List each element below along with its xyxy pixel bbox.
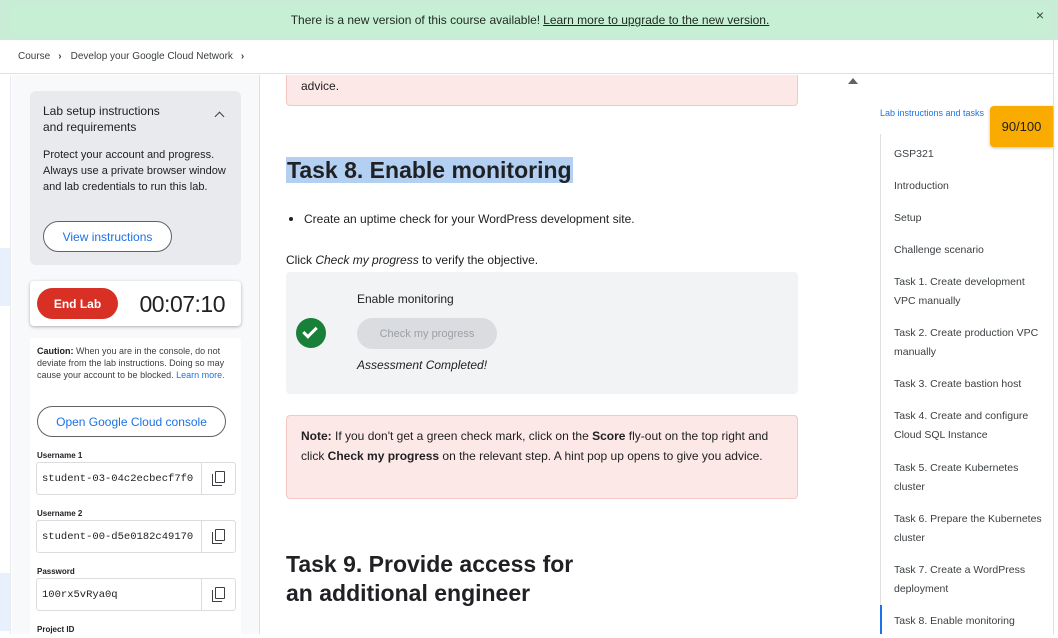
caution-label: Caution: <box>37 346 74 356</box>
task9-title-line1: Task 9. Provide access for <box>286 551 574 577</box>
verify-emphasis: Check my progress <box>315 253 419 267</box>
lab-content: advice. Task 8. Enable monitoring Create… <box>261 75 850 634</box>
end-lab-button[interactable]: End Lab <box>37 288 118 319</box>
left-collapsed-panel <box>0 75 11 634</box>
username1-value[interactable]: student-03-04c2ecbecf7f0 <box>42 473 194 485</box>
content-scrollbar[interactable] <box>850 90 856 634</box>
credentials-panel: Caution: When you are in the console, do… <box>30 338 241 638</box>
toc-item-task7[interactable]: Task 7. Create a WordPress deployment <box>894 561 1042 599</box>
toc-item-task5[interactable]: Task 5. Create Kubernetes cluster <box>894 459 1042 497</box>
scroll-up-arrow-icon[interactable] <box>848 78 858 84</box>
left-panel-highlight <box>0 573 10 631</box>
task9-heading: Task 9. Provide access for an additional… <box>286 550 573 608</box>
toc-divider <box>880 134 881 605</box>
password-label: Password <box>37 567 75 576</box>
chevron-right-icon: › <box>58 51 62 62</box>
project-id-label: Project ID <box>37 625 75 634</box>
note-label: Note: <box>301 429 332 443</box>
right-edge-divider <box>1053 40 1058 634</box>
copy-icon <box>211 586 226 603</box>
password-value[interactable]: 100rx5vRya0q <box>42 589 194 601</box>
toc-item-introduction[interactable]: Introduction <box>894 177 1042 196</box>
chevron-up-icon[interactable] <box>214 111 225 122</box>
username2-value[interactable]: student-00-d5e0182c49170 <box>42 531 194 543</box>
note-text: on the relevant step. A hint pop up open… <box>439 449 763 463</box>
task8-bullet: Create an uptime check for your WordPres… <box>289 212 635 226</box>
score-flyout[interactable]: 90/100 <box>990 106 1053 147</box>
note-box: Note: If you don't get a green check mar… <box>286 415 798 499</box>
check-title: Enable monitoring <box>357 292 454 306</box>
toc-item-task6[interactable]: Task 6. Prepare the Kubernetes cluster <box>894 510 1042 548</box>
copy-icon <box>211 470 226 487</box>
left-panel-highlight <box>0 248 10 306</box>
task8-bullet-text: Create an uptime check for your WordPres… <box>304 212 635 226</box>
toc-item-gsp321[interactable]: GSP321 <box>894 145 1042 164</box>
username2-label: Username 2 <box>37 509 83 518</box>
note-check: Check my progress <box>327 449 440 463</box>
update-banner: There is a new version of this course av… <box>0 0 1058 40</box>
verify-suffix: to verify the objective. <box>418 253 539 267</box>
update-banner-content: There is a new version of this course av… <box>10 5 1050 35</box>
breadcrumb-course[interactable]: Course <box>18 51 50 62</box>
open-console-button[interactable]: Open Google Cloud console <box>37 406 226 437</box>
password-field[interactable]: 100rx5vRya0q <box>36 578 236 611</box>
assessment-status: Assessment Completed! <box>357 358 488 372</box>
task8-title: Task 8. Enable monitoring <box>286 157 573 183</box>
note-tail: advice. <box>301 79 340 93</box>
toc-item-setup[interactable]: Setup <box>894 209 1042 228</box>
lab-timer-card: End Lab 00:07:10 <box>30 281 241 326</box>
banner-text: There is a new version of this course av… <box>290 13 541 27</box>
copy-username2-button[interactable] <box>201 521 235 552</box>
setup-title[interactable]: Lab setup instructions and requirements <box>43 103 183 135</box>
toc-item-challenge[interactable]: Challenge scenario <box>894 241 1042 260</box>
note-box-previous: advice. <box>286 75 798 106</box>
toc-title[interactable]: Lab instructions and tasks <box>880 108 984 118</box>
copy-icon <box>211 528 226 545</box>
verify-prefix: Click <box>286 253 316 267</box>
caution-text: Caution: When you are in the console, do… <box>37 345 237 381</box>
verify-instruction: Click Check my progress to verify the ob… <box>286 253 538 267</box>
note-score: Score <box>592 429 626 443</box>
toc-item-task4[interactable]: Task 4. Create and configure Cloud SQL I… <box>894 407 1042 445</box>
check-progress-button[interactable]: Check my progress <box>357 318 497 349</box>
upgrade-link[interactable]: Learn more to upgrade to the new version… <box>543 13 769 27</box>
username1-label: Username 1 <box>37 451 83 460</box>
setup-description: Protect your account and progress. Alway… <box>43 149 226 193</box>
lab-sidebar: Lab setup instructions and requirements … <box>12 75 260 638</box>
task9-title-line2: an additional engineer <box>286 580 531 606</box>
breadcrumb-course-name[interactable]: Develop your Google Cloud Network <box>71 51 233 62</box>
bullet-icon <box>289 216 293 221</box>
username2-field[interactable]: student-00-d5e0182c49170 <box>36 520 236 553</box>
note-text: If you don't get a green check mark, cli… <box>331 429 593 443</box>
task8-heading: Task 8. Enable monitoring <box>286 156 573 185</box>
table-of-contents: Lab instructions and tasks GSP321 Introd… <box>868 75 1058 634</box>
progress-check-card: Enable monitoring Check my progress Asse… <box>286 272 798 394</box>
lab-timer: 00:07:10 <box>139 291 225 317</box>
toc-item-task3[interactable]: Task 3. Create bastion host <box>894 375 1042 394</box>
toc-active-indicator <box>880 605 882 634</box>
view-instructions-button[interactable]: View instructions <box>43 221 172 252</box>
breadcrumb: Course › Develop your Google Cloud Netwo… <box>0 40 1058 74</box>
toc-item-task1[interactable]: Task 1. Create development VPC manually <box>894 273 1042 311</box>
username1-field[interactable]: student-03-04c2ecbecf7f0 <box>36 462 236 495</box>
toc-item-task8[interactable]: Task 8. Enable monitoring <box>894 612 1042 631</box>
chevron-right-icon: › <box>240 51 245 62</box>
lab-setup-panel: Lab setup instructions and requirements … <box>30 91 241 265</box>
close-icon[interactable]: × <box>1036 7 1044 23</box>
toc-item-task2[interactable]: Task 2. Create production VPC manually <box>894 324 1042 362</box>
check-circle-icon <box>296 318 326 348</box>
copy-username1-button[interactable] <box>201 463 235 494</box>
learn-more-link[interactable]: Learn more. <box>176 370 225 380</box>
copy-password-button[interactable] <box>201 579 235 610</box>
